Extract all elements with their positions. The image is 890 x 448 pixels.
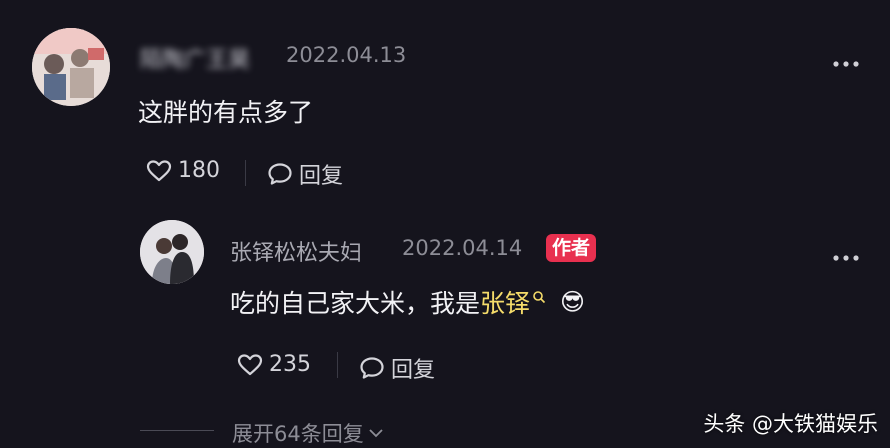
- username[interactable]: 陌陶广王昊: [140, 42, 250, 74]
- expand-replies-label: 展开64条回复: [232, 422, 364, 446]
- reply-label: 回复: [391, 358, 436, 383]
- comment-item: 陌陶广王昊 2022.04.13 这胖的有点多了 180 回复: [0, 0, 890, 200]
- expand-divider: [140, 430, 214, 431]
- sunglasses-emoji: 😎: [560, 288, 586, 316]
- username[interactable]: 张铎松松夫妇: [230, 235, 362, 267]
- like-button[interactable]: 180: [146, 158, 220, 183]
- search-icon[interactable]: [532, 290, 546, 304]
- reply-button[interactable]: 回复: [359, 352, 435, 384]
- expand-replies-button[interactable]: 展开64条回复: [232, 418, 384, 448]
- heart-icon: [146, 159, 172, 181]
- reply-item: 张铎松松夫妇 2022.04.14 作者 吃的自己家大米，我是 张铎 😎 235…: [0, 200, 890, 400]
- comment-bubble-icon: [360, 357, 384, 379]
- reply-label: 回复: [299, 164, 344, 189]
- more-icon[interactable]: [832, 254, 860, 262]
- comment-date: 2022.04.14: [402, 236, 523, 260]
- comment-bubble-icon: [268, 163, 292, 185]
- reply-text-main: 吃的自己家大米，我是: [230, 289, 481, 318]
- like-count: 235: [269, 352, 311, 377]
- comment-text: 这胖的有点多了: [138, 98, 314, 127]
- avatar-image: [32, 28, 110, 106]
- reply-text: 吃的自己家大米，我是 张铎 😎: [230, 284, 585, 320]
- avatar-image: [140, 220, 204, 284]
- comment-date: 2022.04.13: [286, 43, 407, 67]
- avatar[interactable]: [32, 28, 110, 106]
- mention-link[interactable]: 张铎: [480, 284, 530, 320]
- chevron-down-icon: [369, 429, 383, 438]
- author-badge: 作者: [546, 234, 597, 262]
- heart-icon: [237, 353, 263, 375]
- like-button[interactable]: 235: [237, 352, 311, 377]
- action-divider: [245, 160, 246, 186]
- avatar[interactable]: [140, 220, 204, 284]
- action-divider: [337, 352, 338, 378]
- watermark: 头条 @大铁猫娱乐: [703, 412, 878, 436]
- like-count: 180: [178, 158, 220, 183]
- more-icon[interactable]: [832, 60, 860, 68]
- reply-button[interactable]: 回复: [267, 158, 343, 190]
